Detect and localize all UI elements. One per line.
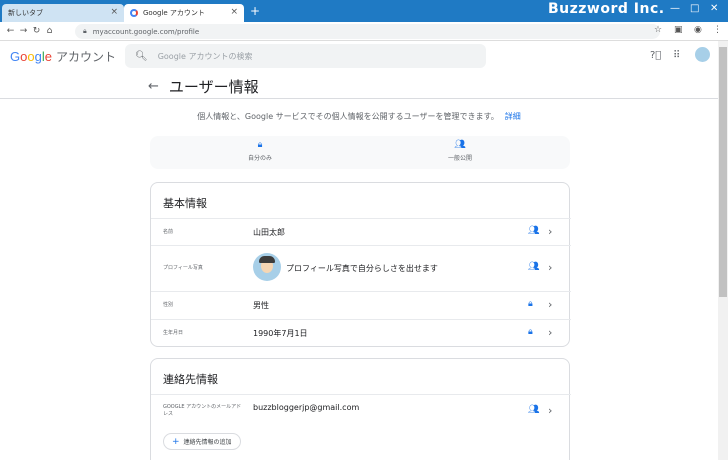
app-header: Google アカウント 🔍︎ Google アカウントの検索 ?⃝ ⠿ [0, 41, 718, 99]
profile-photo[interactable] [253, 253, 281, 281]
star-icon[interactable]: ☆ [654, 25, 662, 35]
google-favicon-icon [130, 9, 138, 17]
row-birthday[interactable]: 生年月日 1990年7月1日 🔒︎ › [151, 319, 571, 347]
page-title: ユーザー情報 [168, 78, 259, 96]
google-account-logo[interactable]: Google アカウント [10, 48, 116, 65]
learn-more-link[interactable]: 詳細 [505, 112, 521, 121]
visibility-legend: 🔒︎ 自分のみ 👥︎ 一般公開 [150, 136, 570, 169]
chevron-right-icon: › [548, 326, 553, 339]
legend-public: 👥︎ 一般公開 [400, 140, 520, 162]
card-title: 基本情報 [163, 197, 207, 210]
back-arrow-icon[interactable]: ← [4, 26, 17, 36]
row-gender[interactable]: 性別 男性 🔒︎ › [151, 291, 571, 319]
search-placeholder: Google アカウントの検索 [157, 51, 253, 61]
scrollbar[interactable] [718, 41, 728, 460]
row-name[interactable]: 名前 山田太郎 👥︎ › [151, 218, 571, 245]
chevron-right-icon: › [548, 261, 553, 274]
reload-icon[interactable]: ↻ [30, 26, 43, 36]
tab-new-tab[interactable]: 新しいタブ × [2, 4, 124, 22]
tab-label: 新しいタブ [8, 9, 43, 17]
forward-arrow-icon[interactable]: → [17, 26, 30, 36]
chevron-right-icon: › [548, 404, 553, 417]
search-icon: 🔍︎ [135, 50, 148, 62]
add-contact-info-button[interactable]: + 連絡先情報の追加 [163, 433, 241, 450]
close-tab-icon[interactable]: × [110, 7, 118, 17]
maximize-button[interactable]: □ [690, 3, 699, 14]
chevron-right-icon: › [548, 225, 553, 238]
minimize-button[interactable]: — [670, 3, 680, 14]
plus-icon: + [172, 436, 180, 447]
profile-icon[interactable]: ◉ [694, 25, 702, 35]
apps-grid-icon[interactable]: ⠿ [673, 50, 680, 61]
address-bar[interactable]: 🔒︎ myaccount.google.com/profile [75, 24, 660, 39]
contact-info-card: 連絡先情報 GOOGLE アカウントのメールアドレス buzzbloggerjp… [150, 358, 571, 460]
scrollbar-thumb[interactable] [719, 47, 727, 297]
row-profile-photo[interactable]: プロフィール写真 プロフィール写真で自分らしさを出せます 👥︎ › [151, 245, 571, 291]
close-window-button[interactable]: ✕ [710, 3, 718, 14]
menu-icon[interactable]: ⋮ [713, 25, 722, 35]
people-icon: 👥︎ [454, 140, 466, 150]
legend-only-me: 🔒︎ 自分のみ [200, 140, 320, 162]
lock-icon: 🔒︎ [528, 327, 533, 337]
row-email[interactable]: GOOGLE アカウントのメールアドレス buzzbloggerjp@gmail… [151, 394, 571, 427]
basic-info-card: 基本情報 名前 山田太郎 👥︎ › プロフィール写真 プロフィール写真で自分らし… [150, 182, 571, 347]
search-input[interactable]: 🔍︎ Google アカウントの検索 [125, 44, 486, 68]
people-icon: 👥︎ [528, 226, 540, 236]
back-arrow-icon[interactable]: ← [148, 79, 159, 94]
lock-icon: 🔒︎ [528, 299, 533, 309]
help-icon[interactable]: ?⃝ [650, 50, 661, 61]
close-tab-icon[interactable]: × [230, 7, 238, 17]
lock-icon: 🔒︎ [257, 140, 263, 150]
tab-google-account[interactable]: Google アカウント × [124, 4, 244, 22]
page-heading: ← ユーザー情報 [148, 76, 259, 97]
tab-label: Google アカウント [143, 9, 205, 17]
extension-icon[interactable]: ▣ [674, 25, 683, 35]
new-tab-button[interactable]: + [250, 4, 260, 18]
avatar[interactable] [695, 47, 710, 62]
browser-titlebar: 新しいタブ × Google アカウント × + Buzzword Inc. —… [0, 0, 728, 22]
browser-toolbar: ← → ↻ ⌂ 🔒︎ myaccount.google.com/profile … [0, 22, 728, 41]
intro-text: 個人情報と、Google サービスでその個人情報を公開するユーザーを管理できます… [197, 112, 521, 121]
url-text: myaccount.google.com/profile [92, 27, 200, 36]
chevron-right-icon: › [548, 298, 553, 311]
people-icon: 👥︎ [528, 405, 540, 415]
lock-icon: 🔒︎ [83, 27, 87, 35]
people-icon: 👥︎ [528, 262, 540, 272]
home-icon[interactable]: ⌂ [43, 26, 56, 36]
brand-watermark: Buzzword Inc. [548, 1, 665, 17]
card-title: 連絡先情報 [163, 373, 218, 386]
